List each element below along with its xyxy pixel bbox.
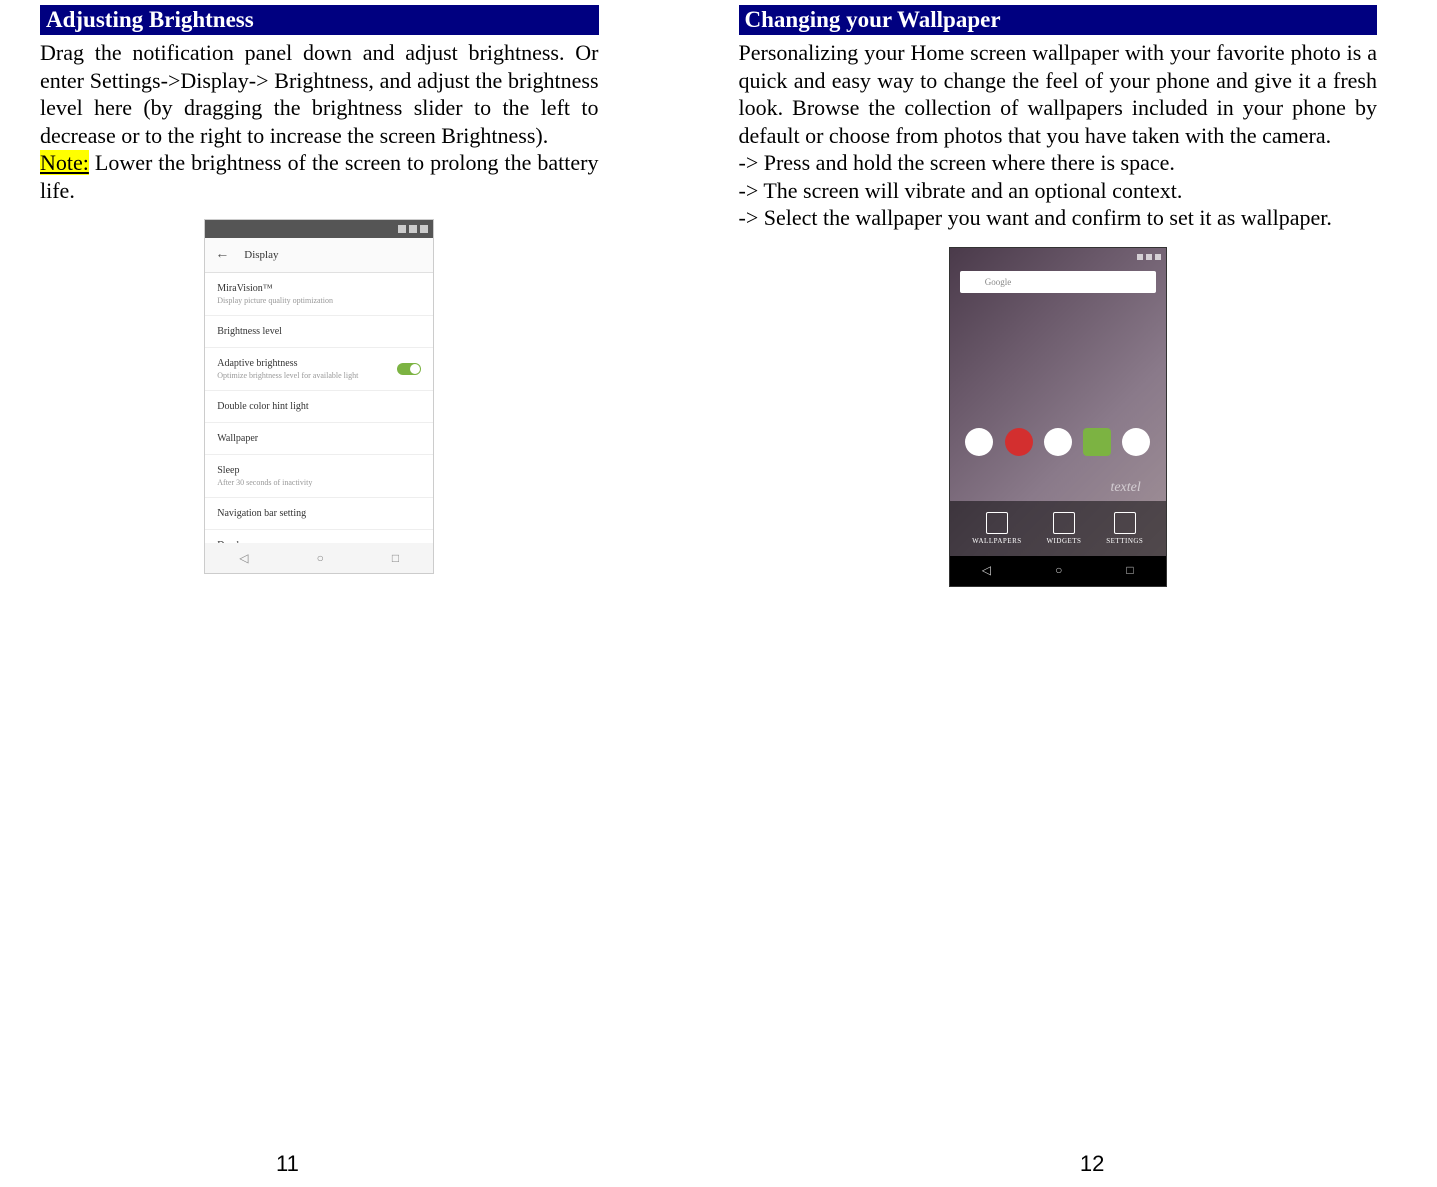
google-search-bar: Google <box>960 271 1156 293</box>
option-widgets: WIDGETS <box>1046 512 1081 545</box>
note-label: Note: <box>40 150 89 175</box>
section-header-brightness: Adjusting Brightness <box>40 5 599 35</box>
nav-back-icon: ◁ <box>239 551 248 566</box>
back-arrow-icon: ← <box>215 247 229 263</box>
app-row <box>950 423 1166 461</box>
app-icon-google <box>965 428 993 456</box>
app-icon-calendar <box>1083 428 1111 456</box>
wifi-icon <box>1146 254 1152 260</box>
brand-text: textel <box>1110 480 1140 496</box>
signal-icon <box>398 225 406 233</box>
page-number-left: 11 <box>276 1151 299 1177</box>
page-number-right: 12 <box>1080 1151 1104 1177</box>
search-placeholder: Google <box>985 277 1012 287</box>
battery-icon <box>1155 254 1161 260</box>
wallpaper-options-bar: WALLPAPERS WIDGETS SETTINGS <box>950 501 1166 556</box>
app-icon-app2 <box>1005 428 1033 456</box>
wallpaper-step3: -> Select the wallpaper you want and con… <box>739 204 1378 232</box>
settings-item-nav-bar: Navigation bar setting <box>205 498 433 530</box>
wallpaper-step2: -> The screen will vibrate and an option… <box>739 177 1378 205</box>
widgets-icon <box>1053 512 1075 534</box>
option-settings: SETTINGS <box>1106 512 1143 545</box>
nav-recent-icon: □ <box>392 551 399 566</box>
nav-back-icon: ◁ <box>982 563 991 578</box>
phone-screenshot-wallpaper: Google textel WALLPAPERS WIDGETS SETTING… <box>949 247 1167 587</box>
wifi-icon <box>409 225 417 233</box>
adaptive-brightness-toggle <box>397 363 421 375</box>
status-bar <box>205 220 433 238</box>
settings-item-wallpaper: Wallpaper <box>205 423 433 455</box>
brightness-note: Note: Lower the brightness of the screen… <box>40 149 599 204</box>
settings-item-double-color: Double color hint light <box>205 391 433 423</box>
google-logo-icon <box>968 276 980 288</box>
settings-item-brightness-level: Brightness level <box>205 316 433 348</box>
settings-item-miravision: MiraVision™ Display picture quality opti… <box>205 273 433 316</box>
settings-icon <box>1114 512 1136 534</box>
left-page: Adjusting Brightness Drag the notificati… <box>0 0 719 1187</box>
section-header-wallpaper: Changing your Wallpaper <box>739 5 1378 35</box>
brightness-paragraph: Drag the notification panel down and adj… <box>40 39 599 149</box>
display-settings-header: ← Display <box>205 238 433 273</box>
wallpaper-status-bar <box>950 248 1166 266</box>
wallpaper-step1: -> Press and hold the screen where there… <box>739 149 1378 177</box>
android-nav-bar: ◁ ○ □ <box>950 556 1166 586</box>
wallpaper-paragraph: Personalizing your Home screen wallpaper… <box>739 39 1378 149</box>
settings-item-sleep: Sleep After 30 seconds of inactivity <box>205 455 433 498</box>
option-wallpapers: WALLPAPERS <box>972 512 1021 545</box>
android-nav-bar: ◁ ○ □ <box>205 543 433 573</box>
battery-icon <box>420 225 428 233</box>
nav-home-icon: ○ <box>1055 563 1062 578</box>
right-page: Changing your Wallpaper Personalizing yo… <box>719 0 1437 1187</box>
note-text: Lower the brightness of the screen to pr… <box>40 150 599 203</box>
app-icon-app3 <box>1044 428 1072 456</box>
app-icon-playstore <box>1122 428 1150 456</box>
nav-home-icon: ○ <box>317 551 324 566</box>
settings-item-adaptive-brightness: Adaptive brightness Optimize brightness … <box>205 348 433 391</box>
wallpapers-icon <box>986 512 1008 534</box>
signal-icon <box>1137 254 1143 260</box>
nav-recent-icon: □ <box>1126 563 1133 578</box>
display-title: Display <box>244 249 278 261</box>
phone-screenshot-brightness: ← Display MiraVision™ Display picture qu… <box>204 219 434 574</box>
